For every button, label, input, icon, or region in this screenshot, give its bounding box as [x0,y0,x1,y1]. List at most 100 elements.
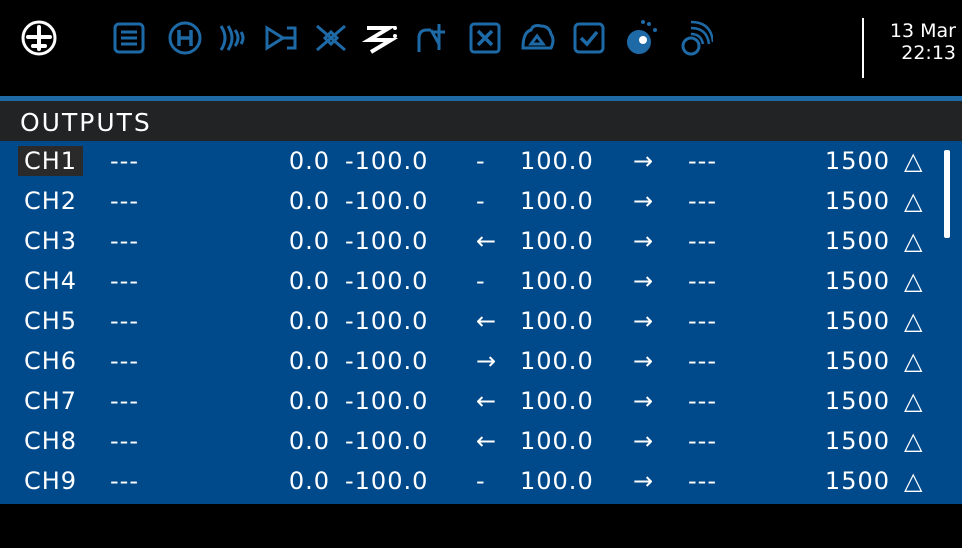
output-row[interactable]: CH4 --- 0.0 -100.0-100.0 → --- 1500 △ [0,261,940,301]
date-label: 13 Mar [889,20,956,42]
output-row[interactable]: CH5 --- 0.0 -100.0 ← 100.0 → --- 1500 △ [0,301,940,341]
channel-arrow: → [633,307,655,335]
channel-center: 1500 [824,227,890,255]
output-row[interactable]: CH6 --- 0.0 -100.0 → 100.0 → --- 1500 △ [0,341,940,381]
output-row[interactable]: CH1 --- 0.0 -100.0-100.0 → --- 1500 △ [0,141,940,181]
channel-max: 100.0 [520,147,594,175]
channel-name: CH2 [24,187,78,215]
channel-min: -100.0 [345,227,429,255]
channel-min: -100.0 [345,147,429,175]
channel-source: --- [110,387,139,415]
logical-switches-icon[interactable] [464,14,506,62]
datetime: 13 Mar 22:13 [870,20,956,64]
bottom-bar [0,504,962,548]
channel-curve: --- [688,227,717,255]
curves-icon[interactable] [412,14,454,62]
channel-min: -100.0 [345,187,429,215]
channel-offset: 0.0 [288,227,330,255]
channel-curve: --- [688,467,717,495]
channel-arrow: → [633,267,655,295]
heli-icon[interactable] [164,14,206,62]
channel-name: CH9 [24,467,78,495]
channel-min: -100.0 [345,267,429,295]
channel-name: CH5 [24,307,78,335]
channel-max: 100.0 [520,267,594,295]
channel-center: 1500 [824,187,890,215]
channel-arrow: → [633,227,655,255]
datetime-separator [862,18,864,78]
channel-name: CH7 [24,387,78,415]
channel-direction: → [476,347,498,375]
channel-min: -100.0 [345,467,429,495]
mixes-icon[interactable] [310,14,352,62]
channel-offset: 0.0 [288,147,330,175]
channel-direction: - [476,147,486,175]
channel-curve: --- [688,387,717,415]
channel-source: --- [110,227,139,255]
channel-arrow: → [633,427,655,455]
channel-source: --- [110,267,139,295]
special-functions-icon[interactable] [516,14,558,62]
channel-name: CH4 [24,267,78,295]
channel-max: 100.0 [520,387,594,415]
flight-modes-icon[interactable] [212,14,254,62]
channel-center: 1500 [824,267,890,295]
channel-offset: 0.0 [288,187,330,215]
inputs-icon[interactable] [260,14,302,62]
channel-name: CH1 [18,146,84,176]
outputs-icon[interactable] [360,14,402,62]
output-row[interactable]: CH7 --- 0.0 -100.0 ← 100.0 → --- 1500 △ [0,381,940,421]
channel-symmetry-icon: △ [904,267,924,295]
lua-scripts-icon[interactable] [672,14,714,62]
channel-symmetry-icon: △ [904,227,924,255]
channel-direction: - [476,267,486,295]
channel-source: --- [110,187,139,215]
channel-source: --- [110,467,139,495]
channel-arrow: → [633,187,655,215]
channel-direction: ← [476,427,498,455]
outputs-list[interactable]: CH1 --- 0.0 -100.0-100.0 → --- 1500 △ CH2 --- 0.0-… [0,141,962,504]
channel-source: --- [110,147,139,175]
channel-direction: ← [476,227,498,255]
channel-center: 1500 [824,427,890,455]
channel-center: 1500 [824,467,890,495]
channel-curve: --- [688,307,717,335]
output-row[interactable]: CH9 --- 0.0 -100.0-100.0 → --- 1500 △ [0,461,940,501]
channel-curve: --- [688,187,717,215]
channel-symmetry-icon: △ [904,427,924,455]
channel-min: -100.0 [345,387,429,415]
channel-max: 100.0 [520,307,594,335]
channel-arrow: → [633,387,655,415]
channel-symmetry-icon: △ [904,467,924,495]
channel-center: 1500 [824,307,890,335]
channel-name: CH8 [24,427,78,455]
channel-symmetry-icon: △ [904,387,924,415]
channel-center: 1500 [824,147,890,175]
channel-center: 1500 [824,347,890,375]
channel-min: -100.0 [345,427,429,455]
model-plane-icon[interactable] [18,14,60,62]
channel-max: 100.0 [520,227,594,255]
channel-arrow: → [633,347,655,375]
output-row[interactable]: CH2 --- 0.0 -100.0-100.0 → --- 1500 △ [0,181,940,221]
channel-offset: 0.0 [288,307,330,335]
channel-offset: 0.0 [288,467,330,495]
title-bar: OUTPUTS [0,101,962,141]
top-bar: 13 Mar 22:13 [0,0,962,96]
channel-offset: 0.0 [288,347,330,375]
channel-max: 100.0 [520,467,594,495]
telemetry-icon[interactable] [568,14,610,62]
model-setup-icon[interactable] [108,14,150,62]
page-title: OUTPUTS [20,108,152,137]
channel-symmetry-icon: △ [904,347,924,375]
channel-center: 1500 [824,387,890,415]
scrollbar[interactable] [944,150,950,238]
channel-offset: 0.0 [288,427,330,455]
channel-arrow: → [633,467,655,495]
checklist-icon[interactable] [620,14,662,62]
channel-source: --- [110,347,139,375]
channel-curve: --- [688,267,717,295]
output-row[interactable]: CH8 --- 0.0 -100.0 ← 100.0 → --- 1500 △ [0,421,940,461]
output-row[interactable]: CH3 --- 0.0 -100.0 ← 100.0 → --- 1500 △ [0,221,940,261]
channel-arrow: → [633,147,655,175]
